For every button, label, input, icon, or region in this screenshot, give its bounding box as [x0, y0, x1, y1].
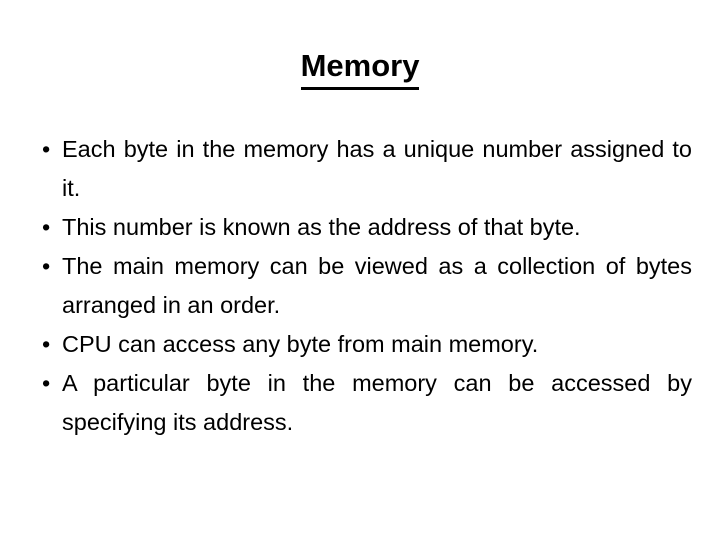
list-item: • CPU can access any byte from main memo… — [28, 325, 692, 364]
list-item-text: Each byte in the memory has a unique num… — [62, 136, 692, 201]
list-item: • The main memory can be viewed as a col… — [28, 247, 692, 325]
slide-body: • Each byte in the memory has a unique n… — [28, 130, 692, 442]
slide: Memory • Each byte in the memory has a u… — [0, 0, 720, 540]
list-item: • Each byte in the memory has a unique n… — [28, 130, 692, 208]
bullet-list: • Each byte in the memory has a unique n… — [28, 130, 692, 442]
bullet-point-icon: • — [42, 214, 51, 240]
list-item-text: CPU can access any byte from main memory… — [62, 331, 539, 357]
bullet-point-icon: • — [42, 136, 51, 162]
page-title-text: Memory — [300, 46, 420, 90]
list-item-text: A particular byte in the memory can be a… — [62, 370, 692, 435]
bullet-point-icon: • — [42, 370, 51, 396]
list-item: • This number is known as the address of… — [28, 208, 692, 247]
list-item-text: This number is known as the address of t… — [62, 214, 581, 240]
page-title: Memory — [0, 46, 720, 90]
list-item: • A particular byte in the memory can be… — [28, 364, 692, 442]
bullet-point-icon: • — [42, 253, 51, 279]
bullet-point-icon: • — [42, 331, 51, 357]
list-item-text: The main memory can be viewed as a colle… — [62, 253, 692, 318]
